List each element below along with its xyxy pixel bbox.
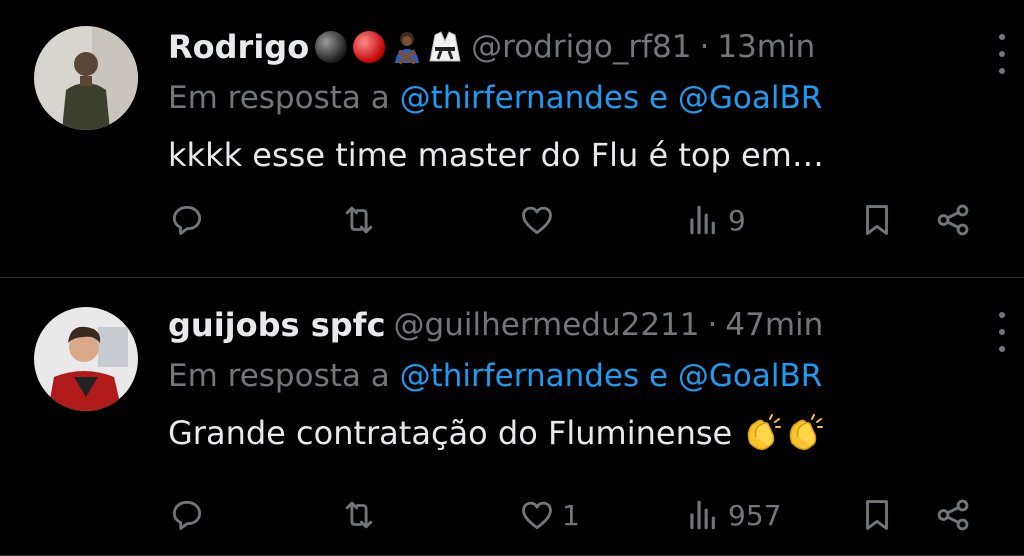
repost-button[interactable] xyxy=(340,491,384,539)
like-count: 1 xyxy=(562,498,580,532)
person-gesturing-no-emoji xyxy=(395,32,420,65)
repost-button[interactable] xyxy=(340,196,384,244)
black-ball-emoji xyxy=(315,31,348,63)
views-chart-icon xyxy=(690,205,715,235)
text-emojis xyxy=(742,413,826,453)
repost-icon xyxy=(345,206,373,234)
reply-button[interactable] xyxy=(168,196,212,244)
heart-icon xyxy=(522,501,552,530)
share-icon xyxy=(937,204,969,236)
tweet-text-content: Grande contratação do Fluminense xyxy=(168,414,733,452)
author-name[interactable]: guijobs spfc xyxy=(168,306,386,344)
timestamp[interactable]: 47min xyxy=(725,307,823,343)
reply-icon xyxy=(172,205,202,235)
reply-mentions-link[interactable]: @thirfernandes e @GoalBR xyxy=(400,358,823,394)
views-count: 957 xyxy=(728,498,782,532)
tweet-header: Rodrigo @rodrigo_rf81 · 13min xyxy=(168,22,984,72)
clapping-hands-emoji xyxy=(789,414,824,450)
reply-context: Em resposta a @thirfernandes e @GoalBR xyxy=(168,72,984,124)
views-count: 9 xyxy=(728,203,746,237)
bookmark-button[interactable] xyxy=(858,196,896,244)
bookmark-icon xyxy=(866,205,888,235)
reply-context: Em resposta a @thirfernandes e @GoalBR xyxy=(168,350,984,402)
avatar[interactable] xyxy=(34,307,138,411)
timestamp[interactable]: 13min xyxy=(717,29,815,65)
tweet[interactable]: guijobs spfc @guilhermedu2211 · 47min Em… xyxy=(0,278,1024,556)
like-button[interactable]: 1 xyxy=(518,491,580,539)
share-button[interactable] xyxy=(934,196,972,244)
heart-icon xyxy=(522,206,552,235)
share-icon xyxy=(937,499,969,531)
action-bar: 1 957 xyxy=(168,491,988,539)
author-name[interactable]: Rodrigo xyxy=(168,28,309,66)
views-chart-icon xyxy=(690,500,715,530)
author-handle[interactable]: @rodrigo_rf81 xyxy=(471,29,691,65)
tweet-text: kkkk esse time master do Flu é top em… xyxy=(168,124,984,186)
martial-arts-uniform-emoji xyxy=(429,31,461,62)
clapping-hands-emoji xyxy=(747,414,782,450)
avatar[interactable] xyxy=(34,26,138,130)
views-button[interactable]: 957 xyxy=(684,491,781,539)
separator-dot: · xyxy=(707,307,718,343)
tweet-header: guijobs spfc @guilhermedu2211 · 47min xyxy=(168,300,984,350)
reply-button[interactable] xyxy=(168,491,212,539)
reply-prefix: Em resposta a xyxy=(168,80,390,116)
tweet-text-content: kkkk esse time master do Flu é top em… xyxy=(168,136,824,174)
bookmark-icon xyxy=(866,500,888,530)
more-options-icon[interactable] xyxy=(990,312,1014,352)
reply-mentions-link[interactable]: @thirfernandes e @GoalBR xyxy=(400,80,823,116)
tweet[interactable]: Rodrigo @rodrigo_rf81 · 13min Em respost… xyxy=(0,0,1024,278)
author-handle[interactable]: @guilhermedu2211 xyxy=(394,307,700,343)
views-button[interactable]: 9 xyxy=(684,196,746,244)
like-button[interactable] xyxy=(518,196,562,244)
tweet-text: Grande contratação do Fluminense xyxy=(168,402,984,464)
action-bar: 9 xyxy=(168,196,988,244)
repost-icon xyxy=(345,501,373,529)
bookmark-button[interactable] xyxy=(858,491,896,539)
reply-icon xyxy=(172,500,202,530)
separator-dot: · xyxy=(699,29,710,65)
more-options-icon[interactable] xyxy=(990,34,1014,74)
reply-prefix: Em resposta a xyxy=(168,358,390,394)
red-ball-emoji xyxy=(353,31,386,63)
share-button[interactable] xyxy=(934,491,972,539)
name-emojis xyxy=(311,29,463,65)
